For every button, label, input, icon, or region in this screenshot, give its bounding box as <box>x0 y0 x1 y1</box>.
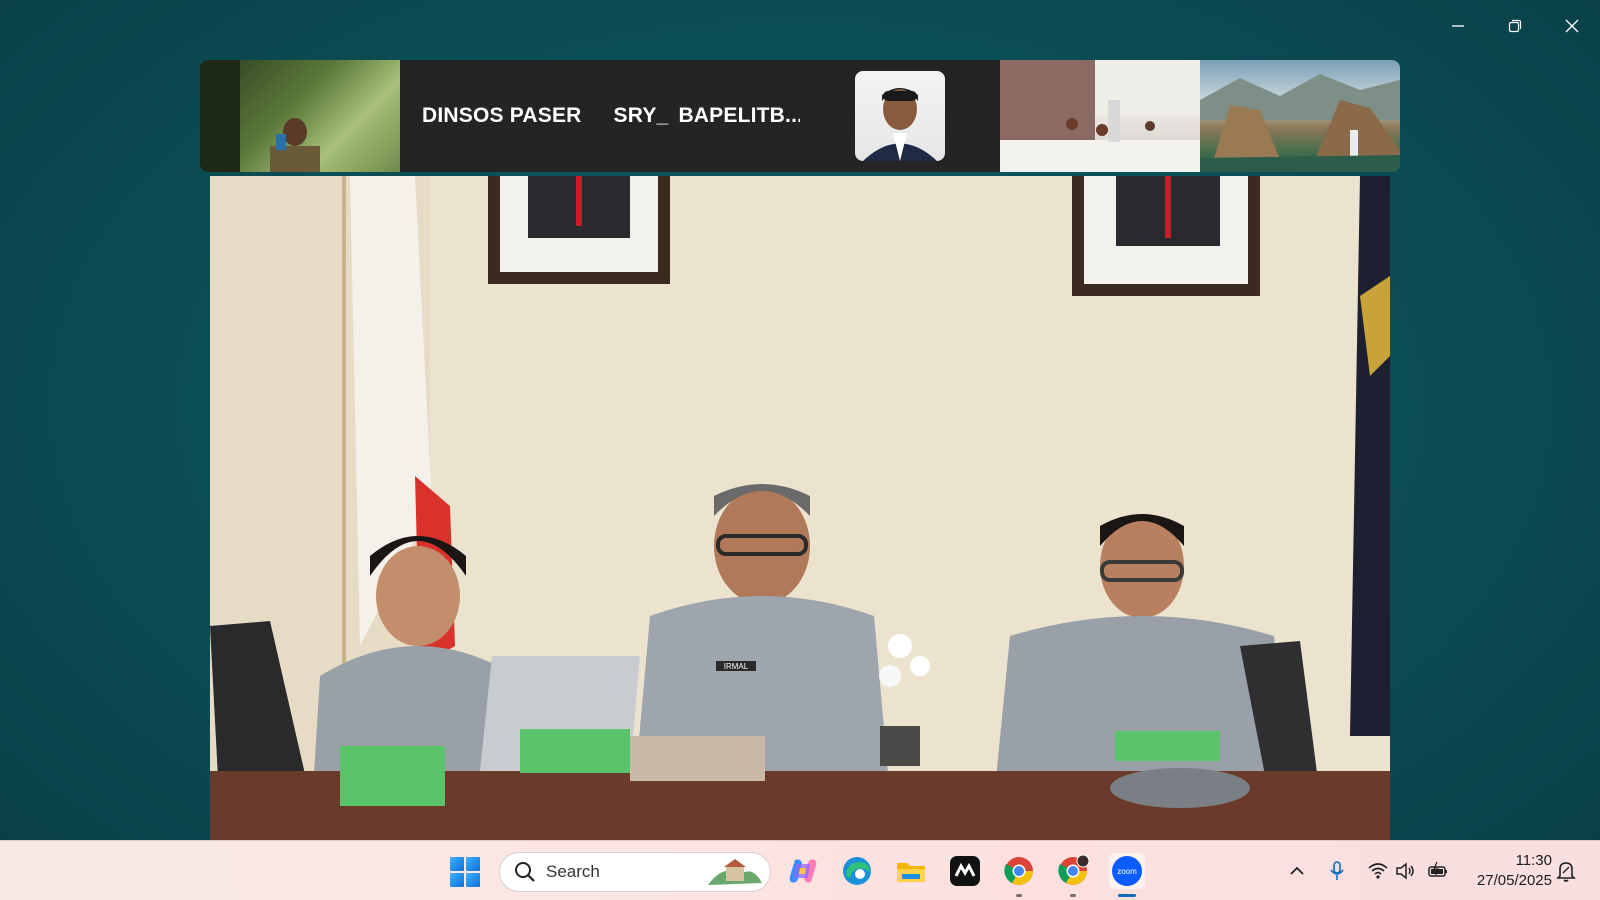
minimize-button[interactable] <box>1429 0 1486 52</box>
clock-time: 11:30 <box>1515 852 1552 869</box>
participant-name: BAPELITB... <box>678 104 800 127</box>
file-explorer-button[interactable] <box>893 853 929 889</box>
search-placeholder: Search <box>546 862 600 881</box>
volume-icon <box>1396 862 1414 880</box>
chrome-icon <box>1004 857 1033 885</box>
participant-avatar-tile[interactable] <box>800 60 1000 172</box>
restore-button[interactable] <box>1486 0 1543 52</box>
battery-icon <box>1428 861 1447 877</box>
wifi-button[interactable] <box>1365 853 1391 889</box>
participant-gallery: DINSOS PASER SRY_ BAPELITB... <box>200 60 1400 172</box>
chrome-button[interactable] <box>1001 853 1037 897</box>
show-hidden-icons-button[interactable] <box>1284 853 1310 889</box>
name-tag: IRMAL <box>724 662 749 671</box>
edge-icon <box>843 857 871 885</box>
chrome-profile-icon <box>1058 854 1090 885</box>
participant-video-tile[interactable] <box>1000 60 1200 172</box>
close-icon <box>1565 19 1578 33</box>
chevron-up-icon <box>1290 866 1304 875</box>
zoom-icon-label: zoom <box>1117 867 1137 876</box>
avatar <box>855 71 945 161</box>
active-speaker-video[interactable]: IRMAL <box>210 176 1390 840</box>
active-app-indicator <box>1118 894 1136 897</box>
edge-button[interactable] <box>839 853 875 889</box>
microphone-button[interactable] <box>1324 853 1350 889</box>
running-indicator <box>1070 894 1076 897</box>
clock-date: 27/05/2025 <box>1476 872 1552 889</box>
notification-bell-icon <box>1556 862 1576 882</box>
notifications-button[interactable] <box>1554 859 1578 883</box>
participant-names-tile[interactable]: DINSOS PASER SRY_ BAPELITB... <box>400 60 800 172</box>
zoom-button[interactable]: zoom <box>1109 853 1145 897</box>
chrome-profile-button[interactable] <box>1055 853 1091 897</box>
participant-video-tile[interactable] <box>1200 60 1400 172</box>
restore-icon <box>1508 19 1521 33</box>
volume-button[interactable] <box>1392 853 1418 889</box>
participant-video <box>1000 60 1200 172</box>
capcut-icon <box>950 856 980 886</box>
windows-start-button[interactable] <box>448 855 482 889</box>
copilot-icon <box>789 859 817 883</box>
system-clock[interactable]: 11:30 27/05/2025 <box>1460 851 1552 891</box>
taskbar-search[interactable]: Search <box>499 852 771 892</box>
participant-video <box>1200 74 1400 172</box>
windows-start-icon <box>450 857 464 871</box>
battery-button[interactable] <box>1424 853 1452 889</box>
participant-video-tile[interactable] <box>200 60 400 172</box>
wifi-icon <box>1368 863 1388 879</box>
taskbar: Search zoom 11:30 27/05/2025 <box>0 840 1600 900</box>
participant-video <box>200 60 320 172</box>
participant-name: SRY_ <box>613 104 669 127</box>
capcut-button[interactable] <box>947 853 983 889</box>
meeting-room-scene: IRMAL <box>210 176 1390 840</box>
copilot-button[interactable] <box>785 853 821 889</box>
participant-name: DINSOS PASER <box>422 104 582 127</box>
running-indicator <box>1016 894 1022 897</box>
minimize-icon <box>1451 25 1464 27</box>
search-highlight-icon <box>708 859 762 885</box>
file-explorer-icon <box>897 863 925 882</box>
window-controls <box>1429 0 1600 52</box>
microphone-icon <box>1330 861 1344 880</box>
search-icon <box>515 862 535 882</box>
zoom-icon: zoom <box>1112 856 1142 886</box>
close-button[interactable] <box>1543 0 1600 52</box>
